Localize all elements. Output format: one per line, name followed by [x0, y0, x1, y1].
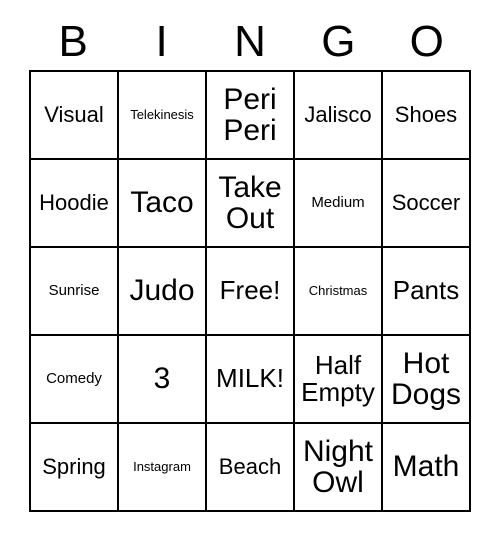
bingo-cell-label: Medium	[311, 194, 365, 212]
bingo-cell-g5[interactable]: Night Owl	[295, 424, 383, 512]
bingo-cell-label: Soccer	[391, 190, 461, 216]
bingo-cell-b5[interactable]: Spring	[31, 424, 119, 512]
bingo-cell-i2[interactable]: Taco	[119, 160, 207, 248]
bingo-cell-g4[interactable]: Half Empty	[295, 336, 383, 424]
bingo-cell-label: Hot Dogs	[390, 346, 462, 411]
bingo-cell-label: Comedy	[46, 370, 102, 388]
bingo-cell-b4[interactable]: Comedy	[31, 336, 119, 424]
bingo-cell-label: Instagram	[133, 459, 191, 475]
bingo-row: Visual Telekinesis Peri Peri Jalisco Sho…	[31, 72, 471, 160]
bingo-cell-g2[interactable]: Medium	[295, 160, 383, 248]
bingo-cell-b3[interactable]: Sunrise	[31, 248, 119, 336]
bingo-cell-label: Shoes	[394, 102, 458, 128]
bingo-cell-label: Jalisco	[304, 102, 372, 128]
bingo-header-letter-n: N	[234, 17, 266, 66]
bingo-grid: Visual Telekinesis Peri Peri Jalisco Sho…	[29, 70, 471, 512]
bingo-header-letter-b: B	[58, 17, 88, 66]
bingo-cell-g3[interactable]: Christmas	[295, 248, 383, 336]
bingo-row: Comedy 3 MILK! Half Empty Hot Dogs	[31, 336, 471, 424]
bingo-cell-g1[interactable]: Jalisco	[295, 72, 383, 160]
bingo-cell-label: Free!	[219, 275, 281, 306]
bingo-header-letter-g: G	[321, 17, 356, 66]
bingo-cell-label: Beach	[218, 454, 282, 480]
bingo-header-letter-i: I	[155, 17, 168, 66]
bingo-cell-label: Night Owl	[302, 434, 374, 499]
bingo-cell-o4[interactable]: Hot Dogs	[383, 336, 471, 424]
bingo-card: B I N G O Visual Telekinesis Peri Peri J…	[29, 14, 471, 512]
bingo-cell-label: MILK!	[216, 363, 284, 394]
bingo-cell-label: Peri Peri	[223, 82, 277, 147]
bingo-cell-n5[interactable]: Beach	[207, 424, 295, 512]
bingo-cell-i3[interactable]: Judo	[119, 248, 207, 336]
bingo-cell-label: Visual	[44, 102, 104, 128]
bingo-cell-o2[interactable]: Soccer	[383, 160, 471, 248]
bingo-cell-label: Telekinesis	[130, 107, 194, 123]
bingo-cell-label: Hoodie	[39, 190, 109, 216]
bingo-header-letter-o: O	[409, 17, 444, 66]
bingo-cell-n1[interactable]: Peri Peri	[207, 72, 295, 160]
bingo-cell-label: Judo	[129, 274, 195, 308]
bingo-cell-label: Sunrise	[48, 282, 100, 300]
bingo-cell-label: Half Empty	[301, 349, 375, 407]
bingo-row: Hoodie Taco Take Out Medium Soccer	[31, 160, 471, 248]
bingo-cell-o5[interactable]: Math	[383, 424, 471, 512]
bingo-cell-label: 3	[153, 362, 171, 396]
bingo-cell-n2[interactable]: Take Out	[207, 160, 295, 248]
bingo-cell-label: Math	[392, 450, 460, 484]
bingo-cell-i1[interactable]: Telekinesis	[119, 72, 207, 160]
bingo-cell-label: Taco	[130, 186, 194, 220]
bingo-row: Spring Instagram Beach Night Owl Math	[31, 424, 471, 512]
bingo-cell-n4[interactable]: MILK!	[207, 336, 295, 424]
bingo-cell-o3[interactable]: Pants	[383, 248, 471, 336]
bingo-row: Sunrise Judo Free! Christmas Pants	[31, 248, 471, 336]
bingo-cell-label: Pants	[392, 275, 460, 306]
bingo-cell-i4[interactable]: 3	[119, 336, 207, 424]
bingo-cell-label: Spring	[42, 454, 106, 480]
bingo-cell-label: Christmas	[308, 283, 368, 299]
bingo-cell-i5[interactable]: Instagram	[119, 424, 207, 512]
bingo-cell-label: Take Out	[218, 170, 282, 235]
bingo-cell-b2[interactable]: Hoodie	[31, 160, 119, 248]
bingo-cell-free-space[interactable]: Free!	[207, 248, 295, 336]
bingo-header-row: B I N G O	[29, 14, 471, 70]
bingo-cell-b1[interactable]: Visual	[31, 72, 119, 160]
bingo-cell-o1[interactable]: Shoes	[383, 72, 471, 160]
